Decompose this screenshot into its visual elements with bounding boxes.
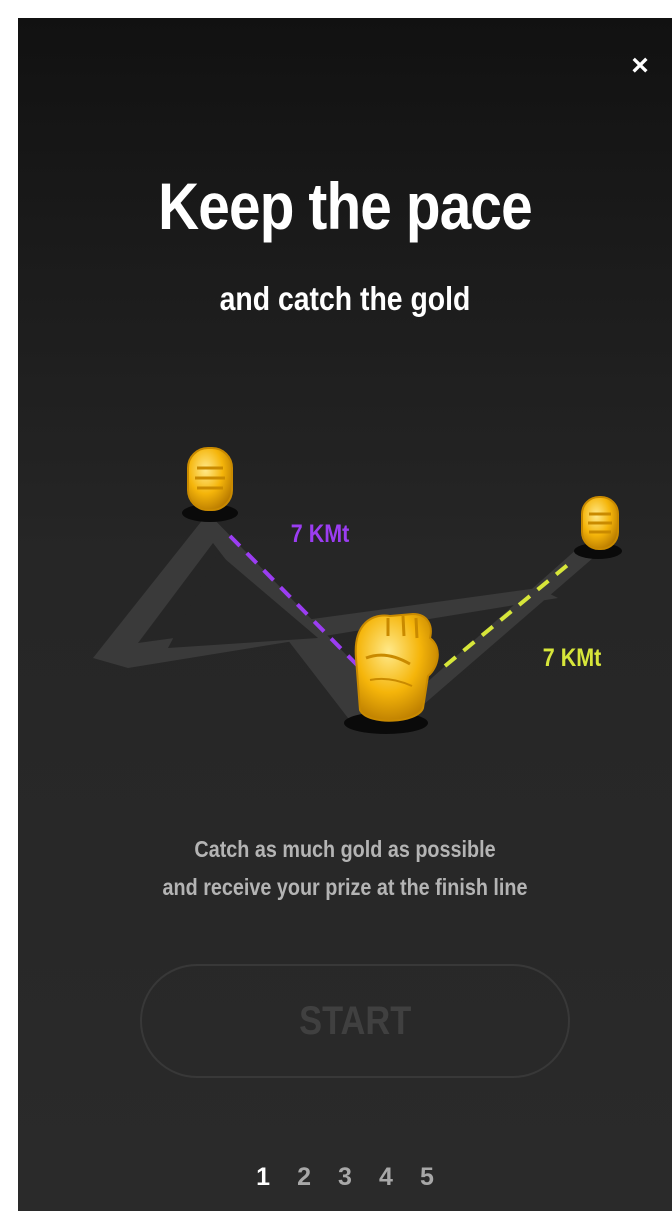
description-line-1: Catch as much gold as possible [194,836,496,862]
gold-fist [344,612,439,734]
left-distance-label: 7 KMt [290,520,350,548]
page-title: Keep the pace [158,169,533,243]
start-button[interactable]: START [140,964,570,1078]
close-button[interactable]: × [622,48,658,84]
description-line-2: and receive your prize at the finish lin… [162,874,528,900]
close-icon[interactable]: × [631,49,649,82]
route-illustration [93,447,622,734]
page-indicator-5[interactable]: 5 [410,1163,444,1192]
page-subtitle: and catch the gold [219,280,471,317]
gold-coin-left [182,447,238,522]
onboarding-screen: × Keep the pace and catch the gold 7 KMt… [18,18,672,1211]
page-indicator-1[interactable]: 1 [246,1163,280,1192]
page-indicator-2[interactable]: 2 [287,1163,321,1192]
page-indicator-3[interactable]: 3 [328,1163,362,1192]
pagination: 1 2 3 4 5 [18,1163,672,1192]
start-button-label: START [298,999,412,1043]
right-distance-label: 7 KMt [542,644,602,672]
gold-coin-right [574,496,622,559]
page-indicator-4[interactable]: 4 [369,1163,403,1192]
